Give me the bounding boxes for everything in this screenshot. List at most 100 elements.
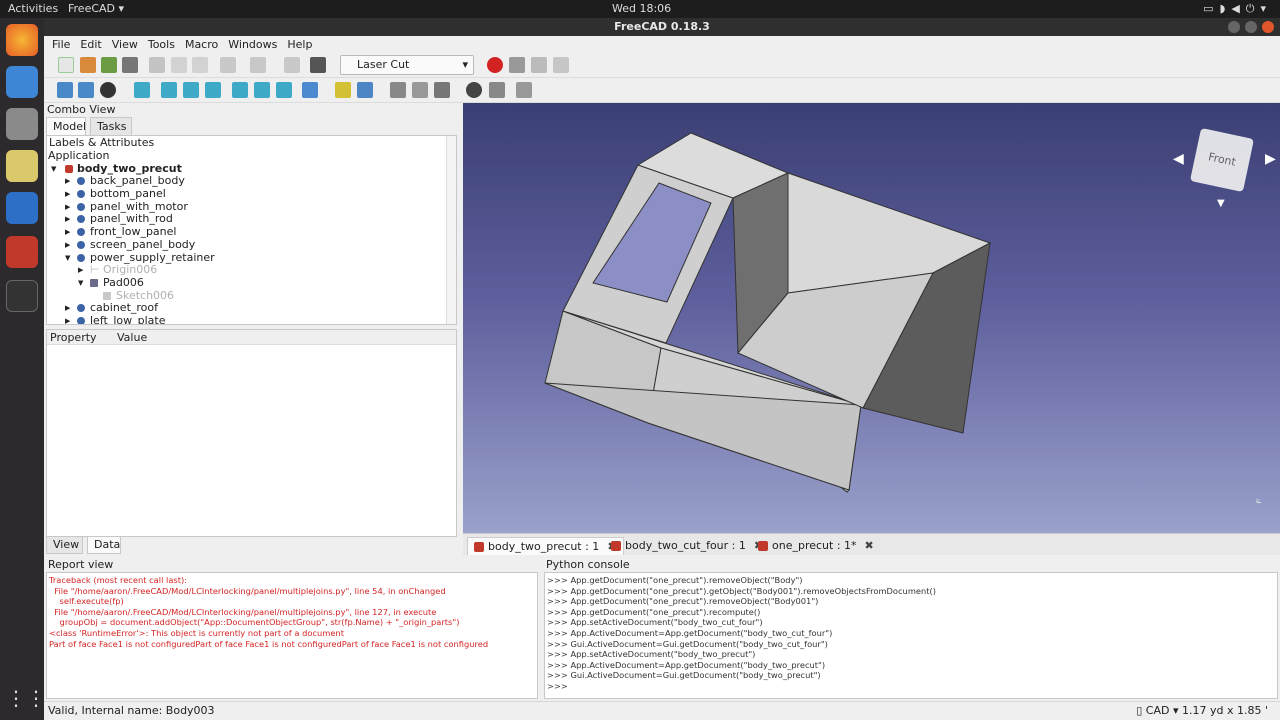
menu-tools[interactable]: Tools <box>148 36 175 53</box>
chevron-right-icon[interactable]: ▶ <box>65 201 70 214</box>
rear-view-icon[interactable] <box>232 82 248 98</box>
close-icon[interactable]: ✖ <box>865 539 874 552</box>
tree-item-label: left_low_plate <box>90 313 166 325</box>
whats-this-icon[interactable] <box>310 57 326 73</box>
model-tree[interactable]: Labels & Attributes Application ▼ body_tw… <box>46 135 457 325</box>
chevron-right-icon[interactable]: ▶ <box>78 264 83 277</box>
rotate-left-icon[interactable]: ◀ <box>1173 151 1184 167</box>
tree-scrollbar[interactable] <box>446 136 456 324</box>
multiple-joins-icon[interactable] <box>434 82 450 98</box>
chevron-right-icon[interactable]: ▶ <box>65 213 70 226</box>
terminal-icon[interactable] <box>6 280 38 312</box>
activities-button[interactable]: Activities <box>8 2 58 15</box>
cad-model[interactable] <box>463 103 1280 533</box>
right-view-icon[interactable] <box>205 82 221 98</box>
writer-icon[interactable] <box>6 192 38 224</box>
tab-data[interactable]: Data <box>87 537 121 554</box>
menu-windows[interactable]: Windows <box>228 36 277 53</box>
tree-item-label: bottom_panel <box>90 187 166 201</box>
app-grid-icon[interactable]: ⋮⋮ <box>6 682 46 714</box>
tab-tasks[interactable]: Tasks <box>90 117 132 135</box>
rotate-right-icon[interactable]: ▶ <box>1265 151 1276 167</box>
3d-viewport[interactable]: Front ◀ ▶ ▼ ⟀ <box>463 103 1280 533</box>
tab-view[interactable]: View <box>46 537 83 554</box>
files-icon[interactable] <box>6 108 38 140</box>
app-menu[interactable]: FreeCAD ▾ <box>68 2 124 15</box>
top-view-icon[interactable] <box>183 82 199 98</box>
menu-help[interactable]: Help <box>287 36 312 53</box>
menu-edit[interactable]: Edit <box>80 36 101 53</box>
menu-file[interactable]: File <box>52 36 70 53</box>
tree-item-label: front_low_panel <box>90 225 177 239</box>
firefox-icon[interactable] <box>6 24 38 56</box>
tree-item[interactable]: ▶ left_low_plate <box>47 313 456 325</box>
console-prompt[interactable]: >>> <box>547 681 1275 692</box>
paste-icon[interactable] <box>192 57 208 73</box>
rhythmbox-icon[interactable] <box>6 150 38 182</box>
chevron-down-icon[interactable]: ▼ <box>51 163 56 176</box>
group-icon[interactable] <box>357 82 373 98</box>
cut-icon[interactable] <box>149 57 165 73</box>
chevron-right-icon[interactable]: ▶ <box>65 226 70 239</box>
fit-all-icon[interactable] <box>57 82 73 98</box>
tree-item[interactable]: ▼ Pad006 <box>47 276 456 290</box>
chevron-right-icon[interactable]: ▶ <box>65 239 70 252</box>
copy-icon[interactable] <box>171 57 187 73</box>
menu-macro[interactable]: Macro <box>185 36 218 53</box>
hinge-icon[interactable] <box>466 82 482 98</box>
tree-item[interactable]: ▶ ⊢ Origin006 <box>47 263 456 277</box>
isometric-view-icon[interactable] <box>134 82 150 98</box>
fit-selection-icon[interactable] <box>78 82 94 98</box>
maximize-button[interactable] <box>1245 21 1257 33</box>
tab-icon[interactable] <box>390 82 406 98</box>
run-macro-icon[interactable] <box>553 57 569 73</box>
redo-icon[interactable] <box>250 57 266 73</box>
refresh-icon[interactable] <box>284 57 300 73</box>
tree-item[interactable]: ▶ front_low_panel <box>47 225 456 239</box>
left-view-icon[interactable] <box>276 82 292 98</box>
chevron-right-icon[interactable]: ▶ <box>65 188 70 201</box>
tab-doc-1[interactable]: body_two_precut : 1✖ <box>467 537 624 555</box>
new-icon[interactable] <box>58 57 74 73</box>
tree-item[interactable]: ▶ screen_panel_body <box>47 238 456 252</box>
tree-item[interactable]: ▶ bottom_panel <box>47 187 456 201</box>
rounded-icon[interactable] <box>489 82 505 98</box>
export-icon[interactable] <box>516 82 532 98</box>
tab-doc-2[interactable]: body_two_cut_four : 1✖ <box>605 537 769 555</box>
part-icon[interactable] <box>335 82 351 98</box>
chevron-right-icon[interactable]: ▶ <box>65 175 70 188</box>
thunderbird-icon[interactable] <box>6 66 38 98</box>
freecad-icon[interactable] <box>6 236 38 268</box>
chevron-right-icon[interactable]: ▶ <box>65 315 70 324</box>
edit-macro-icon[interactable] <box>531 57 547 73</box>
rotate-down-icon[interactable]: ▼ <box>1217 198 1225 209</box>
workbench-selector[interactable]: Laser Cut Interlocking▾ <box>340 55 474 89</box>
tree-root-application[interactable]: Application <box>48 149 109 163</box>
chevron-down-icon[interactable]: ▼ <box>78 277 83 290</box>
navigation-style-indicator[interactable]: ▯ CAD ▾ 1.17 yd x 1.85 ' <box>1136 702 1268 720</box>
undo-icon[interactable] <box>220 57 236 73</box>
property-editor[interactable]: Property Value <box>46 329 457 537</box>
open-icon[interactable] <box>80 57 96 73</box>
draw-style-icon[interactable] <box>100 82 116 98</box>
chevron-down-icon[interactable]: ▼ <box>65 252 70 265</box>
tray-icons[interactable]: ▭◗◀⏻▾ <box>1203 2 1272 16</box>
tab-model[interactable]: Model <box>46 117 86 135</box>
save-icon[interactable] <box>101 57 117 73</box>
console-output[interactable]: >>> App.getDocument("one_precut").remove… <box>544 572 1278 699</box>
chevron-right-icon[interactable]: ▶ <box>65 302 70 315</box>
bottom-view-icon[interactable] <box>254 82 270 98</box>
front-view-icon[interactable] <box>161 82 177 98</box>
navigation-cube[interactable]: Front <box>1189 127 1255 193</box>
close-button[interactable] <box>1262 21 1274 33</box>
minimize-button[interactable] <box>1228 21 1240 33</box>
clock[interactable]: Wed 18:06 <box>612 2 671 15</box>
record-macro-icon[interactable] <box>487 57 503 73</box>
crossing-icon[interactable] <box>412 82 428 98</box>
menu-view[interactable]: View <box>112 36 138 53</box>
print-icon[interactable] <box>122 57 138 73</box>
stop-macro-icon[interactable] <box>509 57 525 73</box>
tab-doc-3[interactable]: one_precut : 1* ✖ <box>752 537 880 555</box>
measure-icon[interactable] <box>302 82 318 98</box>
report-output[interactable]: Traceback (most recent call last): File … <box>46 572 538 699</box>
